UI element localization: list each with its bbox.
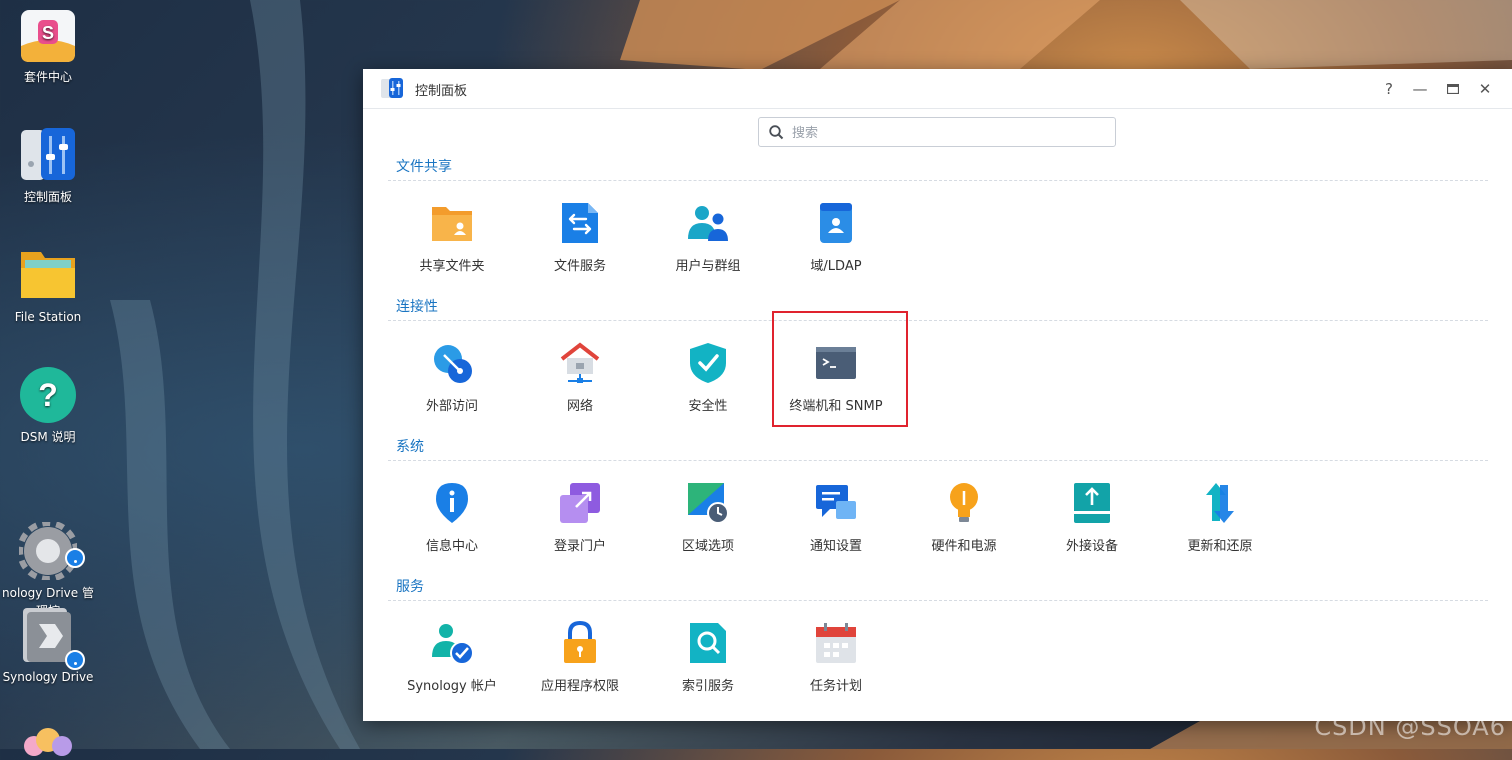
item-label: 应用程序权限 [540,679,619,694]
desktop-synology-drive[interactable]: Synology Drive [0,606,96,686]
search-field[interactable] [758,117,1116,147]
item-label: 安全性 [688,399,728,414]
item-label: 索引服务 [681,679,734,694]
desktop-package-center[interactable]: S 套件中心 [0,6,96,86]
regional-options-icon [686,481,730,525]
item-external-access[interactable]: 外部访问 [388,321,516,433]
item-hardware-power[interactable]: 硬件和电源 [900,461,1028,573]
item-label: 网络 [566,399,593,414]
task-scheduler-icon [814,621,858,665]
item-info-center[interactable]: 信息中心 [388,461,516,573]
desktop-label: Synology Drive [2,670,94,684]
app-privileges-icon [558,620,602,665]
desktop-label: 控制面板 [23,190,72,204]
close-button[interactable]: ✕ [1475,79,1495,99]
item-network[interactable]: 网络 [516,321,644,433]
login-portal-icon [558,481,602,525]
drive-icon [19,606,85,670]
item-label: Synology 帐户 [407,679,497,694]
item-label: 登录门户 [553,539,606,554]
control-panel-icon [19,126,77,184]
watermark: CSDN @SSOA6 [1314,713,1506,741]
item-label: 任务计划 [809,679,862,694]
item-label: 区域选项 [681,539,734,554]
titlebar[interactable]: 控制面板 ? — ✕ [363,69,1512,109]
item-external-devices[interactable]: 外接设备 [1028,461,1156,573]
minimize-button[interactable]: — [1410,79,1430,99]
external-devices-icon [1070,481,1114,525]
control-panel-icon [381,77,403,99]
svg-text:?: ? [38,377,58,413]
item-notification[interactable]: 通知设置 [772,461,900,573]
item-regional-options[interactable]: 区域选项 [644,461,772,573]
item-task-scheduler[interactable]: 任务计划 [772,601,900,713]
hardware-power-icon [942,481,986,525]
notification-icon [814,481,858,525]
item-login-portal[interactable]: 登录门户 [516,461,644,573]
item-file-services[interactable]: 文件服务 [516,181,644,293]
terminal-icon [814,341,858,385]
item-label: 通知设置 [809,539,862,554]
desktop-control-panel[interactable]: 控制面板 [0,126,96,206]
item-synology-account[interactable]: Synology 帐户 [388,601,516,713]
desktop-file-station[interactable]: File Station [0,246,96,326]
file-services-icon [558,201,602,245]
update-restore-icon [1198,481,1242,525]
maximize-button[interactable] [1443,79,1463,99]
help-icon: ? [19,366,77,424]
item-update-restore[interactable]: 更新和还原 [1156,461,1284,573]
help-button[interactable]: ? [1379,79,1399,99]
item-label: 用户与群组 [675,259,741,274]
desktop-label: 套件中心 [23,70,72,84]
network-icon [558,341,602,385]
item-indexing-service[interactable]: 索引服务 [644,601,772,713]
control-panel-window: 控制面板 ? — ✕ 文件共享 共享文件夹 文件服务 用户与群组 [363,69,1512,721]
package-center-icon: S [19,6,77,64]
svg-text:S: S [42,23,54,43]
section-title-system: 系统 [396,439,424,455]
search-input[interactable] [790,122,1094,144]
info-center-icon [430,481,474,525]
desktop-label: File Station [14,310,82,324]
item-label: 信息中心 [425,539,478,554]
users-groups-icon [686,201,730,245]
item-label: 文件服务 [553,259,606,274]
indexing-service-icon [686,621,730,665]
item-app-privileges[interactable]: 应用程序权限 [516,601,644,713]
item-label: 终端机和 SNMP [789,399,883,414]
desktop-label: DSM 说明 [20,430,76,444]
maximize-icon [1446,83,1460,95]
shared-folder-icon [430,201,474,245]
external-access-icon [430,341,474,385]
folder-icon [19,246,77,304]
section-title-file-sharing: 文件共享 [396,159,452,175]
item-label: 更新和还原 [1187,539,1253,554]
desktop-partial-icon [20,726,76,756]
section-title-services: 服务 [396,579,424,595]
domain-ldap-icon [814,201,858,245]
synology-account-icon [430,621,474,665]
security-shield-icon [686,341,730,385]
item-label: 外部访问 [425,399,478,414]
item-domain-ldap[interactable]: 域/LDAP [772,181,900,293]
drive-admin-icon [17,504,85,582]
item-terminal-snmp[interactable]: 终端机和 SNMP [772,321,900,433]
search-icon [769,125,784,140]
window-title: 控制面板 [415,84,468,99]
item-label: 域/LDAP [810,259,862,274]
desktop-dsm-help[interactable]: ? DSM 说明 [0,366,96,446]
item-label: 共享文件夹 [419,259,485,274]
item-label: 外接设备 [1065,539,1118,554]
section-title-connectivity: 连接性 [396,299,438,315]
item-label: 硬件和电源 [931,539,997,554]
item-security[interactable]: 安全性 [644,321,772,433]
item-shared-folder[interactable]: 共享文件夹 [388,181,516,293]
item-users-groups[interactable]: 用户与群组 [644,181,772,293]
